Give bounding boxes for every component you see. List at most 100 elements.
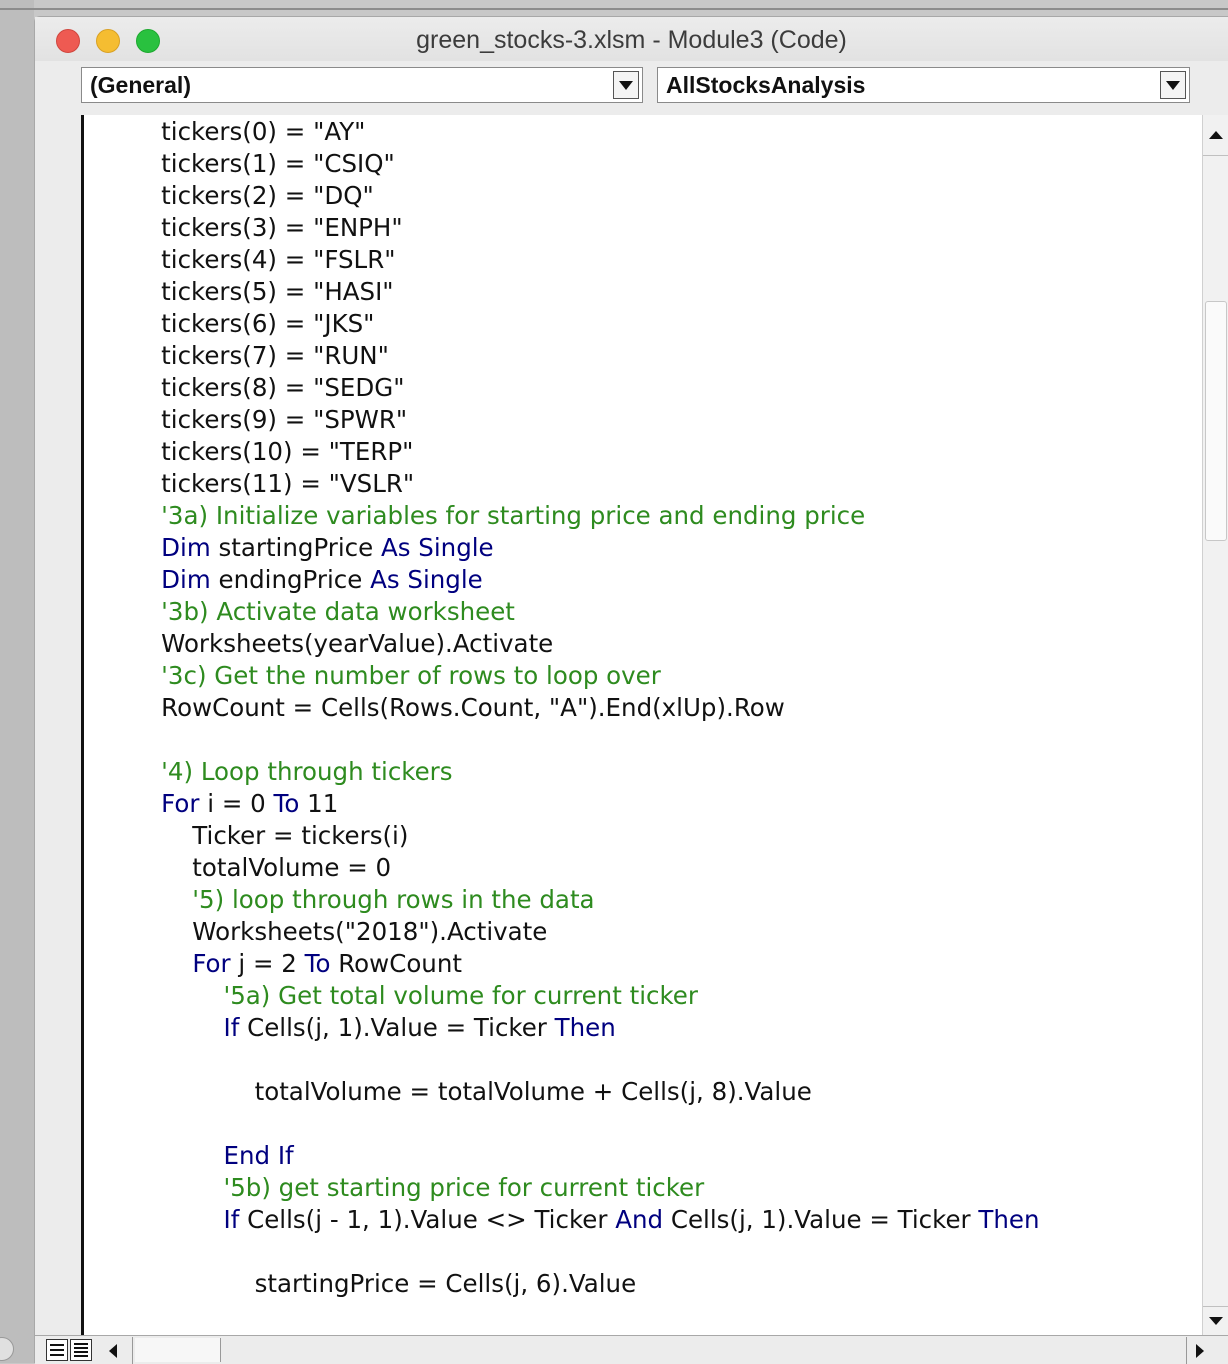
- code-token: totalVolume = 0: [130, 853, 392, 882]
- code-line[interactable]: [130, 1236, 1040, 1268]
- code-line[interactable]: tickers(10) = "TERP": [130, 436, 1040, 468]
- code-keyword: Dim: [161, 565, 211, 594]
- chevron-down-icon[interactable]: [613, 71, 639, 99]
- code-comment: '3b) Activate data worksheet: [130, 597, 515, 626]
- vertical-scroll-thumb[interactable]: [1205, 301, 1227, 541]
- code-line[interactable]: Worksheets("2018").Activate: [130, 916, 1040, 948]
- code-line[interactable]: [130, 1108, 1040, 1140]
- code-line[interactable]: '3b) Activate data worksheet: [130, 596, 1040, 628]
- code-keyword: If: [223, 1013, 240, 1042]
- horizontal-scroll-thumb[interactable]: [135, 1338, 221, 1362]
- code-token: tickers(1) = "CSIQ": [130, 149, 395, 178]
- object-dropdown-value: (General): [90, 72, 191, 98]
- background-divider: [0, 8, 1228, 10]
- code-token: Ticker = tickers(i): [130, 821, 409, 850]
- code-keyword: As Single: [370, 565, 483, 594]
- code-token: tickers(3) = "ENPH": [130, 213, 403, 242]
- code-token: tickers(8) = "SEDG": [130, 373, 405, 402]
- chevron-down-icon[interactable]: [1160, 71, 1186, 99]
- code-token: tickers(9) = "SPWR": [130, 405, 408, 434]
- code-line[interactable]: tickers(2) = "DQ": [130, 180, 1040, 212]
- code-line[interactable]: RowCount = Cells(Rows.Count, "A").End(xl…: [130, 692, 1040, 724]
- vba-code-window: green_stocks-3.xlsm - Module3 (Code) (Ge…: [34, 16, 1228, 1364]
- code-token: tickers(5) = "HASI": [130, 277, 394, 306]
- scroll-left-arrow-icon[interactable]: [97, 1337, 133, 1364]
- scroll-down-arrow-icon[interactable]: [1203, 1306, 1228, 1335]
- code-line[interactable]: For i = 0 To 11: [130, 788, 1040, 820]
- bottom-bar: [35, 1335, 1228, 1364]
- code-token: tickers(4) = "FSLR": [130, 245, 396, 274]
- code-line[interactable]: tickers(1) = "CSIQ": [130, 148, 1040, 180]
- window-title: green_stocks-3.xlsm - Module3 (Code): [416, 26, 847, 54]
- code-token: tickers(10) = "TERP": [130, 437, 414, 466]
- code-line[interactable]: '5a) Get total volume for current ticker: [130, 980, 1040, 1012]
- code-comment: '4) Loop through tickers: [130, 757, 453, 786]
- code-comment: '3a) Initialize variables for starting p…: [130, 501, 866, 530]
- code-line[interactable]: tickers(5) = "HASI": [130, 276, 1040, 308]
- code-token: Worksheets("2018").Activate: [130, 917, 548, 946]
- code-line[interactable]: '3a) Initialize variables for starting p…: [130, 500, 1040, 532]
- code-token: startingPrice: [210, 533, 381, 562]
- background-window-edge: [0, 0, 34, 1363]
- procedure-view-icon[interactable]: [46, 1339, 68, 1361]
- code-keyword: To: [304, 949, 331, 978]
- code-line[interactable]: Dim endingPrice As Single: [130, 564, 1040, 596]
- object-dropdown[interactable]: (General): [81, 67, 643, 103]
- code-keyword: If: [223, 1205, 240, 1234]
- code-keyword: As Single: [381, 533, 494, 562]
- scroll-right-arrow-icon[interactable]: [1186, 1337, 1212, 1364]
- code-token: tickers(7) = "RUN": [130, 341, 389, 370]
- code-token: tickers(11) = "VSLR": [130, 469, 415, 498]
- code-line[interactable]: [130, 724, 1040, 756]
- code-line[interactable]: '4) Loop through tickers: [130, 756, 1040, 788]
- code-token: Cells(j - 1, 1).Value <> Ticker: [239, 1205, 616, 1234]
- code-comment: '5a) Get total volume for current ticker: [130, 981, 698, 1010]
- code-token: i = 0: [199, 789, 274, 818]
- code-token: 11: [299, 789, 339, 818]
- code-line[interactable]: tickers(8) = "SEDG": [130, 372, 1040, 404]
- full-module-view-icon[interactable]: [70, 1339, 92, 1361]
- code-line[interactable]: Ticker = tickers(i): [130, 820, 1040, 852]
- code-keyword: Then: [554, 1013, 616, 1042]
- code-line[interactable]: tickers(7) = "RUN": [130, 340, 1040, 372]
- code-line[interactable]: tickers(0) = "AY": [130, 116, 1040, 148]
- code-comment: '5) loop through rows in the data: [130, 885, 595, 914]
- code-line[interactable]: Worksheets(yearValue).Activate: [130, 628, 1040, 660]
- vertical-scrollbar[interactable]: [1202, 115, 1228, 1335]
- code-token: Cells(j, 1).Value = Ticker: [239, 1013, 555, 1042]
- code-keyword: Then: [978, 1205, 1040, 1234]
- code-line[interactable]: totalVolume = totalVolume + Cells(j, 8).…: [130, 1076, 1040, 1108]
- code-comment: '5b) get starting price for current tick…: [130, 1173, 705, 1202]
- code-line[interactable]: '5) loop through rows in the data: [130, 884, 1040, 916]
- code-line[interactable]: totalVolume = 0: [130, 852, 1040, 884]
- code-line[interactable]: End If: [130, 1140, 1040, 1172]
- code-line[interactable]: tickers(11) = "VSLR": [130, 468, 1040, 500]
- title-bar[interactable]: green_stocks-3.xlsm - Module3 (Code): [35, 17, 1228, 61]
- code-text[interactable]: tickers(0) = "AY" tickers(1) = "CSIQ" ti…: [130, 116, 1040, 1300]
- code-line[interactable]: If Cells(j, 1).Value = Ticker Then: [130, 1012, 1040, 1044]
- code-token: RowCount: [330, 949, 462, 978]
- procedure-dropdown[interactable]: AllStocksAnalysis: [657, 67, 1190, 103]
- scroll-up-arrow-icon[interactable]: [1203, 115, 1228, 156]
- code-token: startingPrice = Cells(j, 6).Value: [130, 1269, 637, 1298]
- code-line[interactable]: tickers(4) = "FSLR": [130, 244, 1040, 276]
- procedure-dropdown-value: AllStocksAnalysis: [666, 72, 866, 98]
- code-editor[interactable]: tickers(0) = "AY" tickers(1) = "CSIQ" ti…: [81, 115, 1202, 1335]
- code-line[interactable]: Dim startingPrice As Single: [130, 532, 1040, 564]
- code-line[interactable]: '5b) get starting price for current tick…: [130, 1172, 1040, 1204]
- code-line[interactable]: tickers(9) = "SPWR": [130, 404, 1040, 436]
- code-line[interactable]: If Cells(j - 1, 1).Value <> Ticker And C…: [130, 1204, 1040, 1236]
- code-line[interactable]: '3c) Get the number of rows to loop over: [130, 660, 1040, 692]
- code-line[interactable]: startingPrice = Cells(j, 6).Value: [130, 1268, 1040, 1300]
- code-line[interactable]: tickers(3) = "ENPH": [130, 212, 1040, 244]
- code-line[interactable]: tickers(6) = "JKS": [130, 308, 1040, 340]
- code-token: RowCount = Cells(Rows.Count, "A").End(xl…: [130, 693, 785, 722]
- code-line[interactable]: [130, 1044, 1040, 1076]
- code-line[interactable]: For j = 2 To RowCount: [130, 948, 1040, 980]
- code-keyword: End If: [223, 1141, 294, 1170]
